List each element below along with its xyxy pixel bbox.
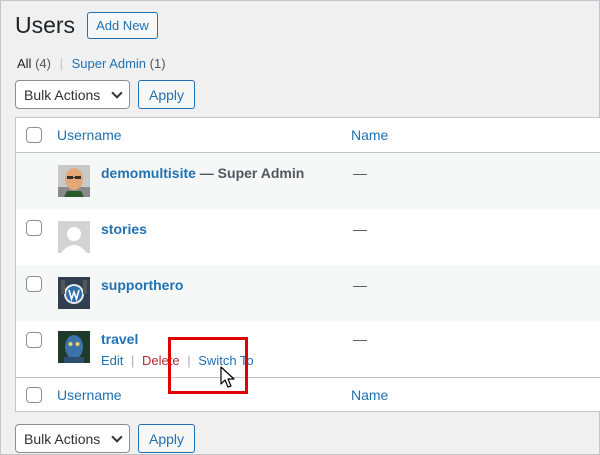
column-username-footer[interactable]: Username [57,387,122,403]
tablenav-top: Bulk Actions Apply [15,80,196,109]
bulk-actions-select-top[interactable]: Bulk Actions [15,80,130,109]
table-footer-row: Username Name [16,377,600,412]
default-avatar-icon [58,221,90,253]
users-table: Username Name demomultisite — Super Admi… [15,117,600,412]
chevron-down-icon [111,430,123,443]
row-checkbox[interactable] [26,220,42,236]
avatar [58,277,90,309]
filter-all-label[interactable]: All [17,56,31,71]
delete-link[interactable]: Delete [142,353,180,368]
table-header-row: Username Name [16,118,600,153]
filter-separator: | [59,56,63,71]
apply-button-top[interactable]: Apply [138,80,196,109]
username-link[interactable]: supporthero [101,277,183,293]
row-checkbox[interactable] [26,276,42,292]
bulk-actions-value: Bulk Actions [24,86,101,103]
name-cell: — [353,331,367,347]
table-row: stories — [16,209,600,265]
filter-super-admin-count: (1) [149,56,166,71]
column-username[interactable]: Username [57,127,122,143]
page-header: Users Add New [15,10,158,40]
add-new-button[interactable]: Add New [87,11,158,39]
role-label: — Super Admin [195,165,305,181]
table-row: travel Edit | Delete | Switch To — [16,321,600,377]
user-role-filters: All (4) | Super Admin (1) [17,56,166,71]
bulk-actions-value: Bulk Actions [24,430,101,447]
action-separator: | [187,353,191,368]
name-cell: — [353,277,367,293]
filter-all-count: (4) [35,56,51,71]
table-row: demomultisite — Super Admin — [16,153,600,209]
action-separator: | [131,353,135,368]
name-cell: — [353,165,367,181]
username-link[interactable]: demomultisite — Super Admin [101,165,304,181]
column-name[interactable]: Name [351,127,388,143]
select-all-checkbox[interactable] [26,127,42,143]
edit-link[interactable]: Edit [101,353,123,368]
select-all-checkbox-footer[interactable] [26,387,42,403]
username-link[interactable]: travel [101,331,138,347]
avatar [58,331,90,363]
username-link[interactable]: stories [101,221,147,237]
table-row: supporthero — [16,265,600,321]
row-checkbox[interactable] [26,332,42,348]
name-cell: — [353,221,367,237]
bulk-actions-select-bottom[interactable]: Bulk Actions [15,424,130,453]
page-title: Users [15,12,76,38]
apply-button-bottom[interactable]: Apply [138,424,196,453]
cursor-icon [220,366,236,390]
column-name-footer[interactable]: Name [351,387,388,403]
username-text[interactable]: demomultisite [101,165,196,181]
avatar [58,165,90,197]
filter-super-admin-label[interactable]: Super Admin [72,56,146,71]
tablenav-bottom: Bulk Actions Apply [15,424,196,453]
chevron-down-icon [111,86,123,99]
